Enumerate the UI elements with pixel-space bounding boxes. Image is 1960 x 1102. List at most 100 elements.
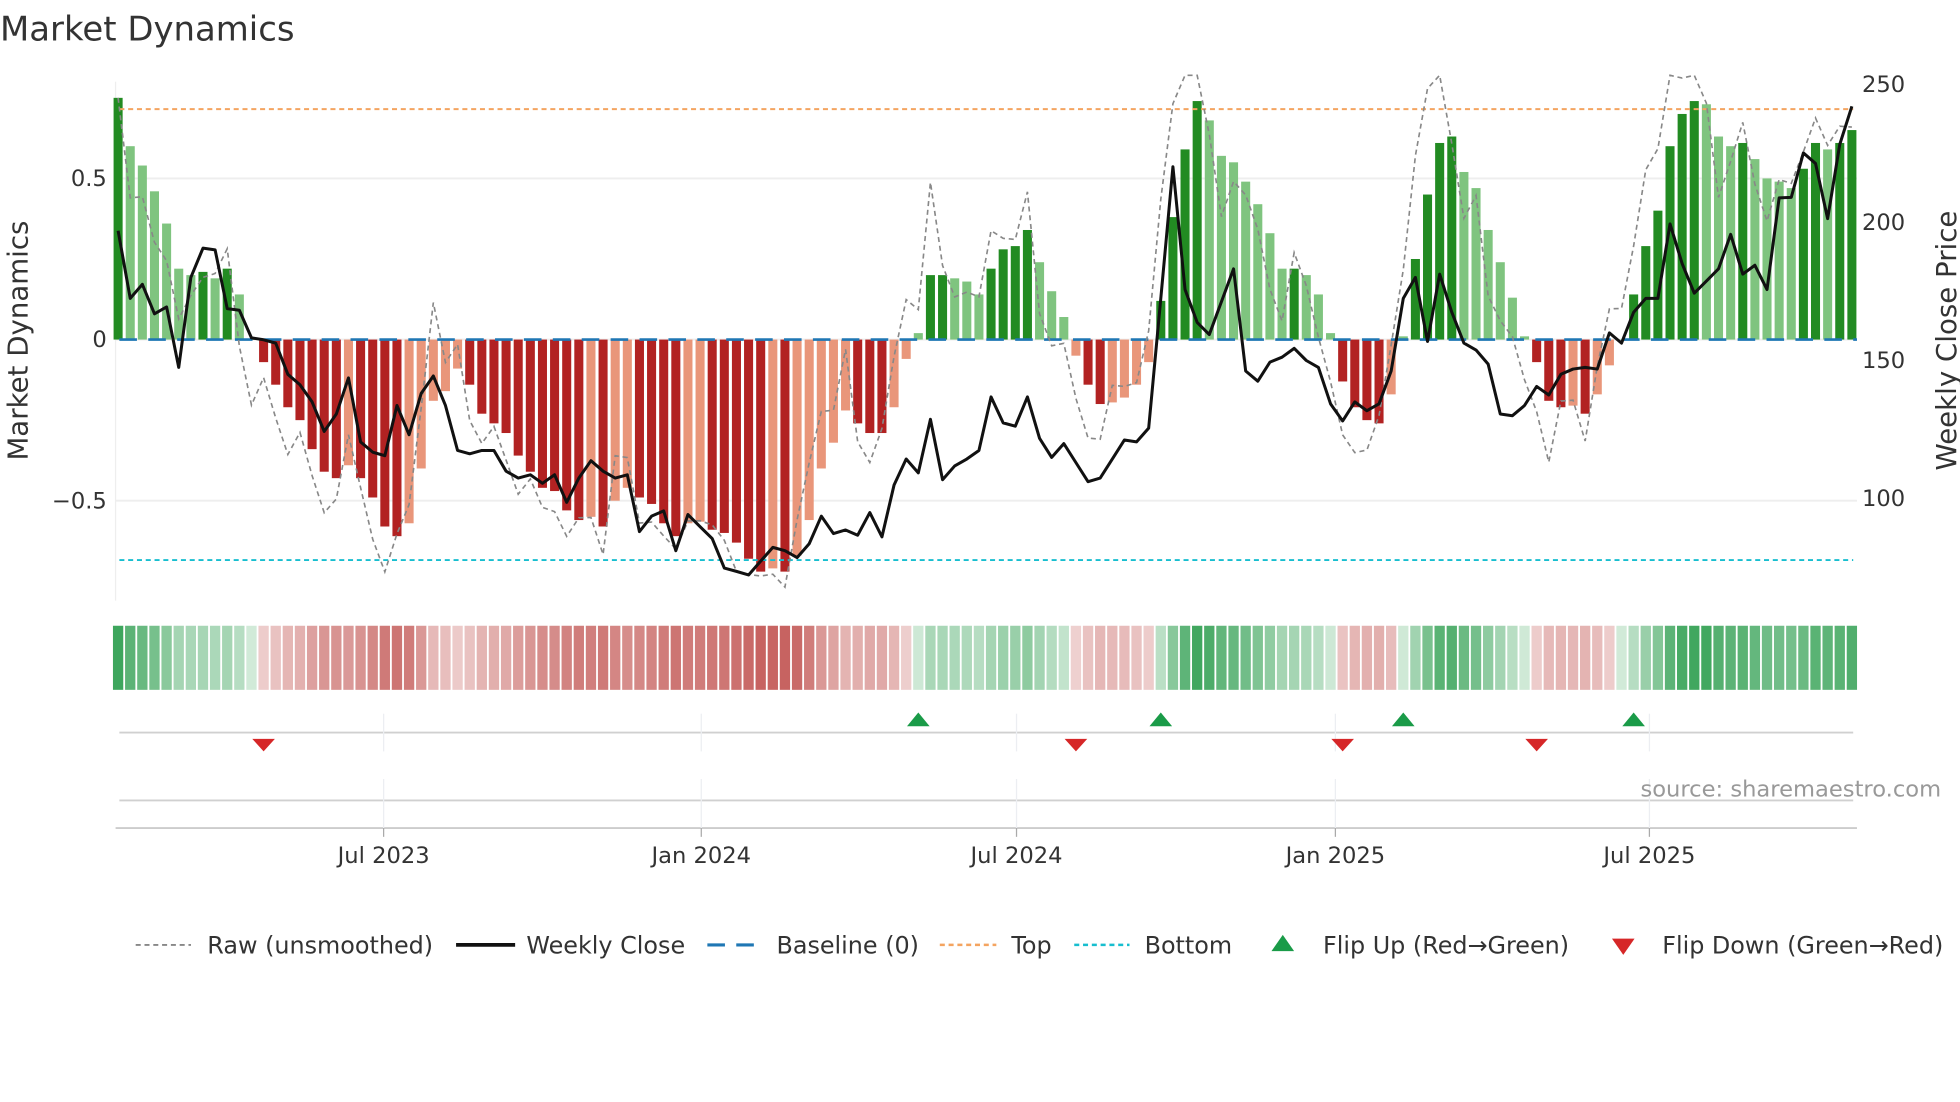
dynamics-bar <box>695 339 705 522</box>
heat-cell <box>343 625 354 690</box>
heat-cell <box>610 625 621 690</box>
heat-cell <box>1264 625 1276 690</box>
heat-cell <box>1458 625 1470 690</box>
heat-cell <box>707 625 718 690</box>
legend-label-close: Weekly Close <box>526 932 685 960</box>
heat-cell <box>537 625 548 690</box>
heat-cell <box>719 625 730 690</box>
dynamics-bar <box>174 268 184 340</box>
dynamics-bar <box>998 249 1008 340</box>
dynamics-bar <box>659 339 669 524</box>
heat-strip <box>112 625 1858 690</box>
heat-cell <box>173 625 184 690</box>
dynamics-bar <box>113 97 123 340</box>
heat-cell <box>1713 625 1724 690</box>
heat-cell <box>1483 625 1494 690</box>
heat-cell <box>1119 625 1130 690</box>
heat-cell <box>1628 625 1639 690</box>
dynamics-bar <box>440 339 450 392</box>
dynamics-bar <box>149 191 159 340</box>
dynamics-bar <box>259 339 269 363</box>
heat-cell <box>1798 625 1809 690</box>
dynamics-bar <box>537 339 547 488</box>
heat-cell <box>1131 625 1142 690</box>
flip-markers-panel <box>115 712 1857 837</box>
dynamics-bar <box>1435 142 1445 340</box>
dynamics-bar <box>1713 136 1724 340</box>
heat-cell <box>876 625 888 690</box>
dynamics-bar <box>634 339 644 498</box>
dynamics-bar <box>671 339 681 537</box>
axes: 0.5 0 −0.5 250 200 150 100 Jul 2023 Jan 2024 Jul … <box>52 72 1905 869</box>
heat-cell <box>1846 625 1858 690</box>
heat-cell <box>743 625 754 690</box>
dynamics-bar <box>950 278 960 340</box>
heat-cell <box>1701 625 1712 690</box>
heat-cell <box>779 625 791 690</box>
dynamics-bar <box>1192 101 1202 340</box>
heat-cell <box>112 625 124 690</box>
heat-cell <box>1398 625 1409 690</box>
heat-cell <box>840 625 851 690</box>
dynamics-bar <box>586 339 596 517</box>
dynamics-bar <box>1701 104 1711 340</box>
dynamics-bar <box>816 339 826 469</box>
dynamics-bar <box>137 165 147 340</box>
heat-cell <box>913 625 924 690</box>
dynamics-bar <box>1119 339 1129 398</box>
heat-cell <box>1216 625 1227 690</box>
heat-cell <box>1579 625 1591 690</box>
weekly-close-line <box>116 105 1854 577</box>
heat-cell <box>1349 625 1360 690</box>
heat-cell <box>1592 625 1603 690</box>
dynamics-bar <box>731 339 741 543</box>
heat-cell <box>1422 625 1433 690</box>
dynamics-bar <box>1059 317 1069 340</box>
dynamics-bar <box>501 339 511 434</box>
dynamics-bar <box>1132 339 1142 385</box>
heat-cell <box>1664 625 1676 690</box>
heat-cell <box>355 625 366 690</box>
flip-down-marker <box>1064 738 1088 752</box>
heat-cell <box>646 625 657 690</box>
heat-cell <box>1301 625 1312 690</box>
dynamics-bar <box>901 339 911 359</box>
heat-cell <box>294 625 306 690</box>
dynamics-bar <box>513 339 523 456</box>
dynamics-bar <box>368 339 378 498</box>
legend-label-bottom: Bottom <box>1145 932 1233 960</box>
dynamics-bar <box>392 339 402 537</box>
dynamics-bar <box>1095 339 1105 405</box>
heat-cell <box>1107 625 1118 690</box>
legend-label-top: Top <box>1010 932 1051 960</box>
heat-cell <box>125 625 136 690</box>
dynamics-bar <box>1823 149 1833 340</box>
x-tick-label: Jan 2024 <box>649 843 751 869</box>
dynamics-bar <box>489 339 499 424</box>
legend-flip-up-icon <box>1271 934 1295 952</box>
heat-cell <box>1410 625 1421 690</box>
heat-cell <box>416 625 427 690</box>
heat-cell <box>197 625 209 690</box>
heat-cell <box>1773 625 1785 690</box>
heat-cell <box>464 625 475 690</box>
x-tick-label: Jan 2025 <box>1284 843 1386 869</box>
dynamics-bar <box>574 339 584 521</box>
dynamics-bar <box>356 339 366 479</box>
dynamics-bar <box>1568 339 1578 406</box>
dynamics-bar <box>1798 168 1808 340</box>
dynamics-bar <box>428 339 438 401</box>
heat-cell <box>513 625 524 690</box>
flip-up-marker <box>1391 712 1415 727</box>
y2-tick-label: 150 <box>1862 348 1905 374</box>
dynamics-bar <box>1253 204 1263 340</box>
heat-cell <box>828 625 839 690</box>
heat-cell <box>973 625 985 690</box>
dynamics-bar <box>889 339 899 408</box>
heat-cell <box>1495 625 1506 690</box>
y2-axis-label: Weekly Close Price <box>1930 211 1960 471</box>
x-tick-label: Jul 2023 <box>336 843 430 869</box>
heat-cell <box>1640 625 1651 690</box>
heat-cell <box>209 625 221 690</box>
dynamics-bar <box>865 339 875 434</box>
